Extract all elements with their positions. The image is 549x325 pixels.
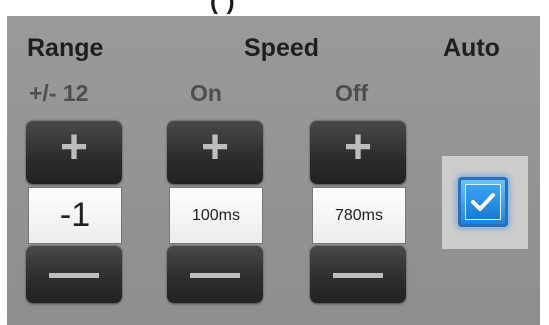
checkmark-icon <box>465 184 501 220</box>
speed-off-stepper: + 780ms — <box>310 120 406 303</box>
speed-off-decrement-button[interactable]: — <box>310 244 406 303</box>
speed-on-value: 100ms <box>169 187 263 244</box>
auto-checkbox[interactable] <box>458 177 508 227</box>
auto-header: Auto <box>443 34 500 62</box>
window-title-strip: ( ) <box>0 0 549 16</box>
minus-icon: — <box>333 244 383 300</box>
speed-on-decrement-button[interactable]: — <box>167 244 263 303</box>
speed-off-value: 780ms <box>312 187 406 244</box>
speed-header: Speed <box>244 34 320 62</box>
minus-icon: — <box>49 244 99 300</box>
range-stepper: + -1 — <box>26 120 122 303</box>
plus-icon: + <box>200 121 230 174</box>
speed-off-increment-button[interactable]: + <box>310 120 406 184</box>
plus-icon: + <box>59 121 89 174</box>
speed-off-label: Off <box>335 80 369 106</box>
range-value: -1 <box>28 187 122 244</box>
range-increment-button[interactable]: + <box>26 120 122 184</box>
auto-checkbox-frame <box>442 156 528 249</box>
plus-icon: + <box>343 121 373 174</box>
speed-on-label: On <box>190 80 222 106</box>
window-title: ( ) <box>210 0 236 15</box>
range-decrement-button[interactable]: — <box>26 244 122 303</box>
minus-icon: — <box>190 244 240 300</box>
speed-on-increment-button[interactable]: + <box>167 120 263 184</box>
range-limit-label: +/- 12 <box>29 80 89 106</box>
speed-on-stepper: + 100ms — <box>167 120 263 303</box>
range-header: Range <box>27 34 104 62</box>
